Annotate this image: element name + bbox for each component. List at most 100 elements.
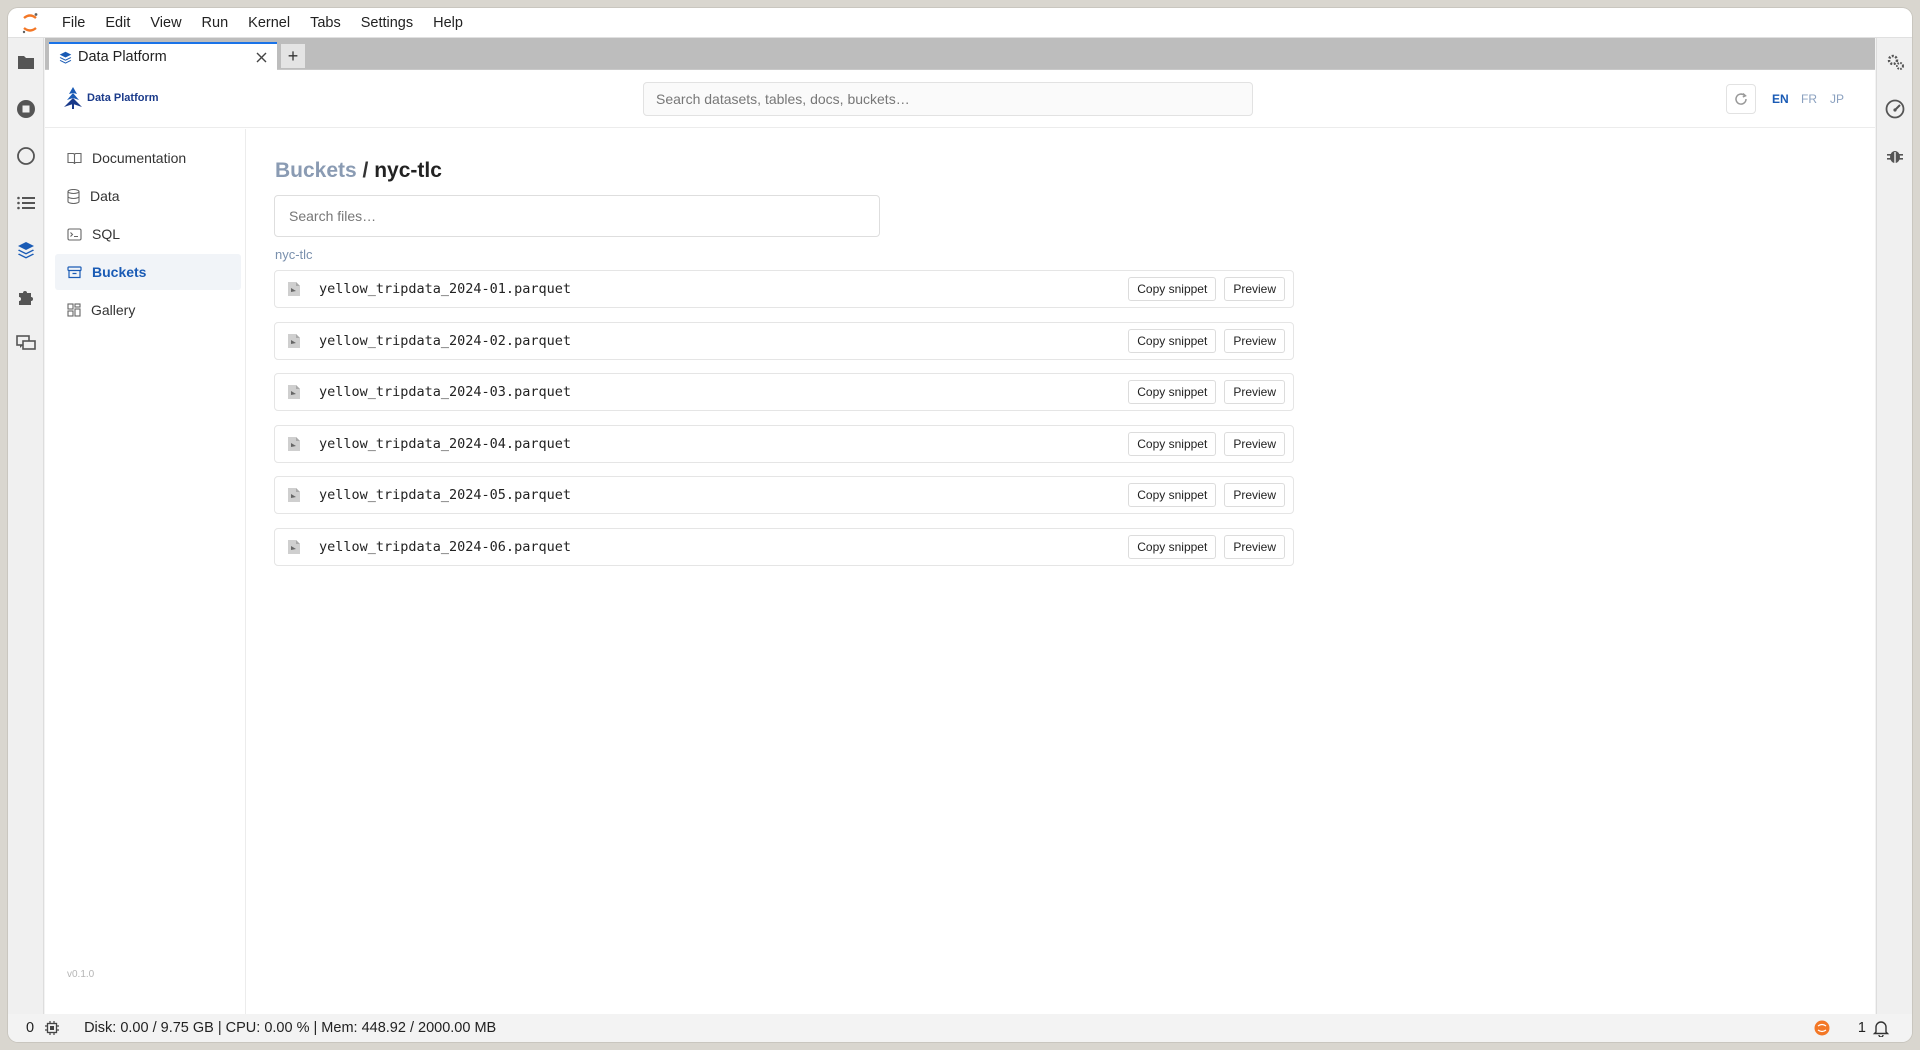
bucket-section-label: nyc-tlc — [275, 247, 313, 262]
version-label: v0.1.0 — [67, 969, 95, 980]
tab-data-platform[interactable]: Data Platform — [49, 42, 277, 70]
brand-name: Data Platform — [87, 92, 159, 104]
resource-usage: Disk: 0.00 / 9.75 GB | CPU: 0.00 % | Mem… — [84, 1020, 497, 1036]
language-jp[interactable]: JP — [1830, 92, 1844, 106]
sidebar-item-label: SQL — [92, 226, 121, 242]
table-of-contents-icon[interactable] — [8, 185, 44, 221]
menu-tabs[interactable]: Tabs — [300, 8, 351, 38]
copy-snippet-button[interactable]: Copy snippet — [1128, 277, 1217, 301]
file-row[interactable]: yellow_tripdata_2024-02.parquet Copy sni… — [274, 322, 1294, 360]
terminal-count[interactable]: 0 — [26, 1020, 34, 1036]
data-platform-layers-icon[interactable] — [8, 232, 44, 268]
copy-snippet-button[interactable]: Copy snippet — [1128, 380, 1217, 404]
menu-kernel[interactable]: Kernel — [238, 8, 300, 38]
file-row[interactable]: yellow_tripdata_2024-05.parquet Copy sni… — [274, 476, 1294, 514]
git-circle-icon[interactable] — [8, 138, 44, 174]
sidebar-item-buckets[interactable]: Buckets — [55, 254, 241, 290]
running-kernels-icon[interactable] — [8, 91, 44, 127]
file-icon — [285, 280, 303, 298]
refresh-button[interactable] — [1726, 84, 1756, 114]
tab-title: Data Platform — [78, 49, 167, 65]
file-icon — [285, 538, 303, 556]
chat-icon[interactable] — [8, 326, 44, 362]
file-icon — [285, 435, 303, 453]
file-name: yellow_tripdata_2024-02.parquet — [319, 333, 571, 349]
copy-snippet-button[interactable]: Copy snippet — [1128, 329, 1217, 353]
terminal-icon — [67, 227, 82, 241]
content-area: Buckets / nyc-tlc nyc-tlc yellow_tripdat… — [247, 129, 1875, 1014]
file-name: yellow_tripdata_2024-04.parquet — [319, 436, 571, 452]
global-search-input[interactable] — [643, 82, 1253, 116]
file-name: yellow_tripdata_2024-05.parquet — [319, 487, 571, 503]
data-platform-tab-icon — [59, 51, 72, 64]
property-inspector-gears-icon[interactable] — [1877, 44, 1912, 80]
gauge-icon[interactable] — [1877, 91, 1912, 127]
debugger-bug-icon[interactable] — [1877, 138, 1912, 174]
bell-icon[interactable] — [1872, 1019, 1890, 1037]
copy-snippet-button[interactable]: Copy snippet — [1128, 483, 1217, 507]
left-activity-bar — [8, 38, 44, 1014]
breadcrumb-buckets-link[interactable]: Buckets — [275, 159, 357, 182]
right-activity-bar — [1876, 38, 1912, 1014]
main-panel: Data Platform + Data Platform Search dat… — [45, 38, 1875, 1014]
sidebar-item-label: Gallery — [91, 302, 136, 318]
file-row[interactable]: yellow_tripdata_2024-03.parquet Copy sni… — [274, 373, 1294, 411]
menu-file[interactable]: File — [52, 8, 95, 38]
notification-count: 1 — [1857, 1020, 1866, 1036]
breadcrumb-current: nyc-tlc — [374, 159, 442, 182]
sidebar-item-label: Documentation — [92, 150, 187, 166]
new-tab-button[interactable]: + — [281, 44, 305, 68]
sidebar-item-data[interactable]: Data — [55, 178, 241, 214]
language-en[interactable]: EN — [1772, 92, 1789, 106]
file-search-input[interactable] — [274, 195, 880, 237]
menu-edit[interactable]: Edit — [95, 8, 140, 38]
sidebar-item-documentation[interactable]: Documentation — [55, 140, 241, 176]
folder-icon[interactable] — [8, 44, 44, 80]
preview-button[interactable]: Preview — [1224, 277, 1285, 301]
file-name: yellow_tripdata_2024-01.parquet — [319, 281, 571, 297]
sidebar-item-label: Data — [90, 188, 120, 204]
file-row[interactable]: yellow_tripdata_2024-01.parquet Copy sni… — [274, 270, 1294, 308]
preview-button[interactable]: Preview — [1224, 432, 1285, 456]
close-icon[interactable] — [249, 45, 273, 69]
extensions-puzzle-icon[interactable] — [8, 279, 44, 315]
book-icon — [67, 152, 82, 164]
menu-run[interactable]: Run — [192, 8, 239, 38]
database-icon — [67, 188, 80, 204]
jupyter-logo-icon — [8, 8, 52, 38]
refresh-icon — [1735, 92, 1747, 105]
file-icon — [285, 486, 303, 504]
breadcrumb: Buckets / nyc-tlc — [275, 159, 442, 183]
app-header: Data Platform EN FR JP — [45, 70, 1875, 128]
tab-bar: Data Platform + — [45, 38, 1875, 70]
brand-logo-icon — [64, 87, 82, 109]
file-row[interactable]: yellow_tripdata_2024-06.parquet Copy sni… — [274, 528, 1294, 566]
file-icon — [285, 383, 303, 401]
sidebar-item-gallery[interactable]: Gallery — [55, 292, 241, 328]
sidebar-nav: Documentation Data SQL Buckets Gallery v… — [45, 129, 246, 1014]
menu-bar: File Edit View Run Kernel Tabs Settings … — [8, 8, 1912, 38]
app-window: File Edit View Run Kernel Tabs Settings … — [8, 8, 1912, 1042]
preview-button[interactable]: Preview — [1224, 483, 1285, 507]
copy-snippet-button[interactable]: Copy snippet — [1128, 432, 1217, 456]
sidebar-item-label: Buckets — [92, 264, 147, 280]
menu-view[interactable]: View — [140, 8, 191, 38]
file-name: yellow_tripdata_2024-06.parquet — [319, 539, 571, 555]
language-fr[interactable]: FR — [1801, 92, 1817, 106]
file-row[interactable]: yellow_tripdata_2024-04.parquet Copy sni… — [274, 425, 1294, 463]
breadcrumb-separator: / — [356, 159, 375, 182]
kernel-chip-icon[interactable] — [44, 1020, 60, 1036]
preview-button[interactable]: Preview — [1224, 380, 1285, 404]
kernel-status-orange-icon[interactable] — [1814, 1020, 1830, 1036]
preview-button[interactable]: Preview — [1224, 329, 1285, 353]
copy-snippet-button[interactable]: Copy snippet — [1128, 535, 1217, 559]
brand-logo[interactable]: Data Platform — [63, 86, 159, 110]
file-icon — [285, 332, 303, 350]
sidebar-item-sql[interactable]: SQL — [55, 216, 241, 252]
preview-button[interactable]: Preview — [1224, 535, 1285, 559]
status-bar: 0 Disk: 0.00 / 9.75 GB | CPU: 0.00 % | M… — [8, 1014, 1912, 1042]
bucket-icon — [67, 265, 82, 278]
menu-settings[interactable]: Settings — [351, 8, 423, 38]
menu-help[interactable]: Help — [423, 8, 473, 38]
gallery-icon — [67, 303, 81, 317]
